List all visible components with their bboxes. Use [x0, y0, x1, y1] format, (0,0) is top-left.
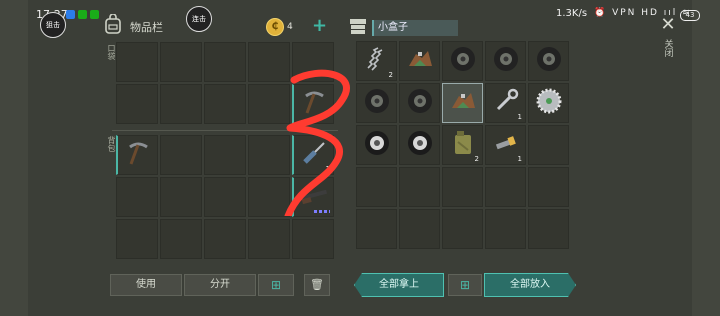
empty-slot[interactable] — [399, 209, 440, 249]
item-slot-pickaxe[interactable] — [116, 135, 158, 175]
tire-icon — [449, 45, 477, 77]
empty-slot[interactable] — [160, 84, 202, 124]
notification-icon — [66, 10, 75, 19]
battery-icon: 43 — [680, 10, 700, 21]
coin-icon: ₵ — [266, 18, 284, 36]
tire-icon — [492, 45, 520, 77]
trash-button[interactable]: 🗑 — [304, 274, 330, 296]
coin-count: 4 — [287, 22, 293, 32]
empty-slot[interactable] — [248, 219, 290, 259]
net-speed: 1.3K/s — [556, 8, 588, 19]
empty-slot[interactable] — [292, 219, 334, 259]
empty-slot[interactable] — [485, 209, 526, 249]
trash-icon: 🗑 — [310, 278, 324, 291]
wrench-icon — [493, 88, 519, 118]
container-title: 小盒子 — [372, 20, 458, 36]
snipe-floating-button[interactable]: 狙击 — [40, 12, 66, 38]
empty-slot[interactable] — [204, 177, 246, 217]
container-sort-button[interactable]: ⊞ — [448, 274, 482, 296]
flashlight-icon — [493, 132, 519, 158]
empty-slot[interactable] — [485, 167, 526, 207]
item-slot-tire[interactable] — [485, 41, 526, 81]
backpack-icon — [105, 14, 121, 34]
empty-slot[interactable] — [204, 219, 246, 259]
wechat-icon — [90, 10, 99, 19]
item-slot-wrench[interactable]: 1 — [485, 83, 526, 123]
tire-icon — [535, 45, 563, 77]
put-all-button[interactable]: 全部放入 — [484, 273, 576, 297]
empty-slot[interactable] — [399, 167, 440, 207]
item-slot-sawblade[interactable] — [528, 83, 569, 123]
item-slot-tire[interactable] — [528, 41, 569, 81]
container-grid: 2 1 2 1 — [356, 41, 569, 249]
use-button[interactable]: 使用 — [110, 274, 182, 296]
empty-slot[interactable] — [116, 84, 158, 124]
empty-slot[interactable] — [116, 42, 158, 82]
combo-floating-button[interactable]: 连击 — [186, 6, 212, 32]
sort-button[interactable]: ⊞ — [258, 274, 294, 296]
empty-slot[interactable] — [116, 177, 158, 217]
empty-slot[interactable] — [160, 135, 202, 175]
item-slot-tire-white[interactable] — [399, 125, 440, 165]
empty-slot[interactable] — [204, 42, 246, 82]
empty-slot[interactable] — [160, 219, 202, 259]
empty-slot[interactable] — [204, 84, 246, 124]
scrap-icon — [406, 46, 434, 76]
take-all-button[interactable]: 全部拿上 — [354, 273, 444, 297]
wechat-icon — [78, 10, 87, 19]
sort-icon: ⊞ — [459, 278, 471, 292]
empty-slot[interactable] — [160, 177, 202, 217]
red-scribble-annotation — [284, 69, 350, 216]
tire-icon — [406, 87, 434, 119]
item-slot-flashlight[interactable]: 1 — [485, 125, 526, 165]
item-quantity: 2 — [474, 155, 479, 163]
split-button[interactable]: 分开 — [184, 274, 256, 296]
item-slot-tire[interactable] — [442, 41, 483, 81]
empty-slot[interactable] — [442, 209, 483, 249]
tire-white-icon — [406, 129, 434, 161]
empty-slot[interactable] — [528, 125, 569, 165]
sort-icon: ⊞ — [270, 278, 282, 292]
item-quantity: 1 — [517, 113, 522, 121]
scrap-icon — [449, 88, 477, 118]
inventory-title: 物品栏 — [130, 21, 163, 34]
close-icon[interactable]: ✕ — [658, 14, 678, 35]
item-quantity: 1 — [517, 155, 522, 163]
box-icon — [350, 19, 366, 34]
close-label: 关闭 — [662, 39, 673, 57]
add-coin-button[interactable]: + — [312, 17, 327, 35]
empty-slot[interactable] — [160, 42, 202, 82]
item-slot-scrap[interactable] — [399, 41, 440, 81]
item-slot-scrap[interactable] — [442, 83, 483, 123]
empty-slot[interactable] — [442, 167, 483, 207]
empty-slot[interactable] — [116, 219, 158, 259]
pickaxe-icon — [125, 140, 151, 170]
item-quantity: 2 — [388, 71, 393, 79]
jerrycan-icon — [452, 130, 474, 160]
close-button[interactable]: ✕ 关闭 — [658, 14, 678, 57]
empty-slot[interactable] — [528, 209, 569, 249]
item-slot-tire[interactable] — [399, 83, 440, 123]
empty-slot[interactable] — [204, 135, 246, 175]
sawblade-icon — [535, 87, 563, 119]
empty-slot[interactable] — [528, 167, 569, 207]
item-slot-jerrycan[interactable]: 2 — [442, 125, 483, 165]
